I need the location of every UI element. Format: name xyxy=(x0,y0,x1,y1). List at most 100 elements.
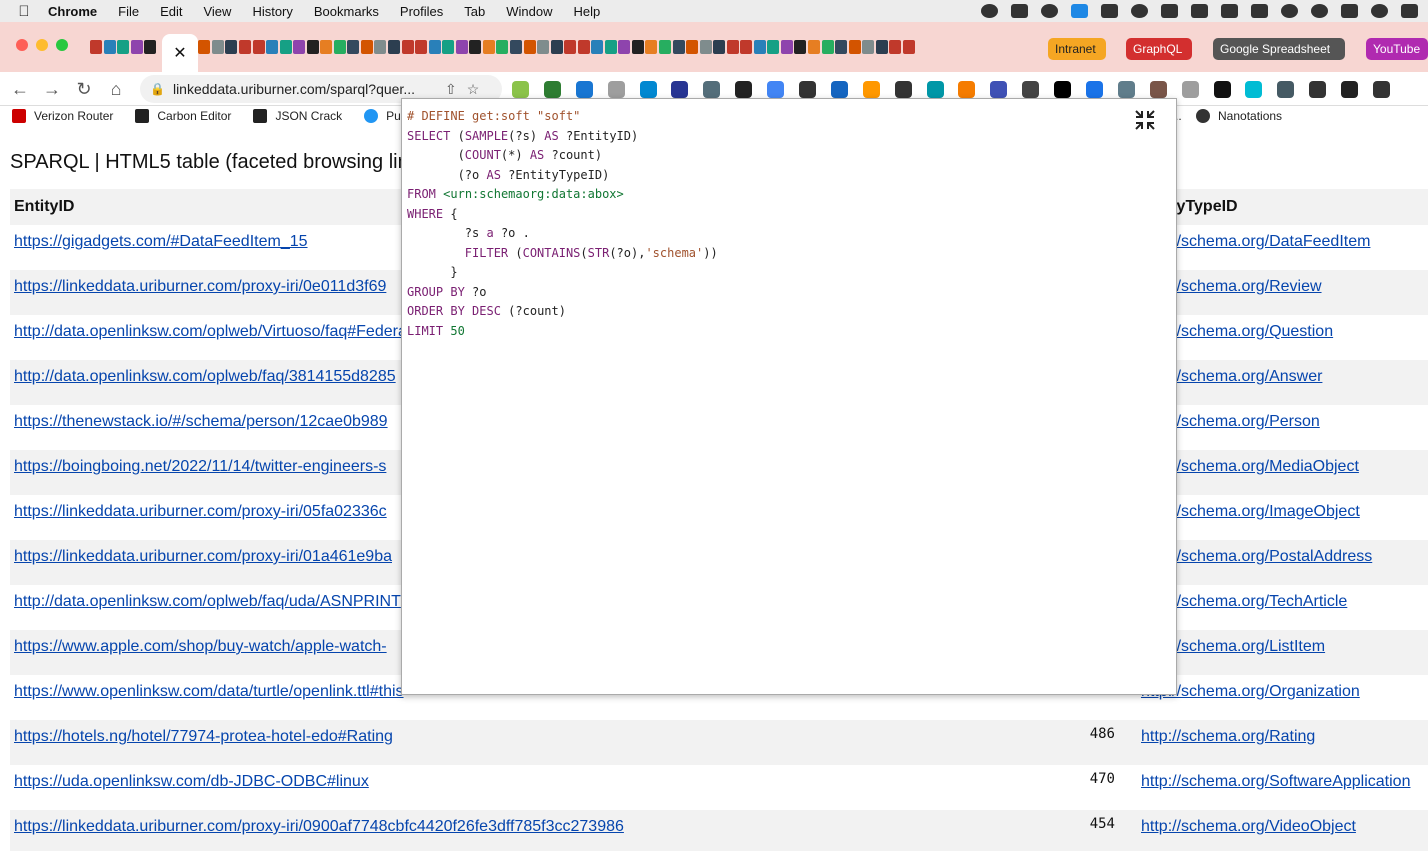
tab-favicon[interactable] xyxy=(320,40,333,54)
extension-icon[interactable] xyxy=(639,80,657,98)
menu-chrome[interactable]: Chrome xyxy=(48,4,97,19)
tab-favicon[interactable] xyxy=(591,40,604,54)
tab-favicon[interactable] xyxy=(564,40,577,54)
entity-link[interactable]: https://linkeddata.uriburner.com/proxy-i… xyxy=(14,818,624,835)
entity-link[interactable]: https://www.apple.com/shop/buy-watch/app… xyxy=(14,638,387,655)
battery-icon[interactable] xyxy=(1221,4,1238,18)
extension-icon[interactable] xyxy=(671,80,689,98)
tab-favicon[interactable] xyxy=(902,40,915,54)
tab-favicon[interactable] xyxy=(225,40,238,54)
clipboard-icon[interactable] xyxy=(1071,4,1088,18)
tab-favicon[interactable] xyxy=(198,40,211,54)
tab-favicon[interactable] xyxy=(428,40,441,54)
window-icon[interactable] xyxy=(1101,4,1118,18)
tab-favicon[interactable] xyxy=(293,40,306,54)
tab-favicon[interactable] xyxy=(550,40,563,54)
menu-bookmarks[interactable]: Bookmarks xyxy=(314,4,379,19)
home-button[interactable]: ⌂ xyxy=(104,77,128,101)
bookmark-verizon-router[interactable]: Verizon Router xyxy=(12,109,113,123)
tab-favicon[interactable] xyxy=(239,40,252,54)
tab-favicon[interactable] xyxy=(780,40,793,54)
menu-edit[interactable]: Edit xyxy=(160,4,182,19)
bookmark-pu[interactable]: Pu xyxy=(364,109,401,123)
apple-menu-icon[interactable]:  xyxy=(0,3,48,20)
tab-favicon[interactable] xyxy=(401,40,414,54)
maximize-window-button[interactable] xyxy=(56,39,68,51)
entity-link[interactable]: http://data.openlinksw.com/oplweb/faq/38… xyxy=(14,368,396,385)
sparql-query-text[interactable]: # DEFINE get:soft "soft" SELECT (SAMPLE(?… xyxy=(407,107,718,341)
extension-icon[interactable] xyxy=(767,80,785,98)
gear-icon[interactable] xyxy=(1011,4,1028,18)
tab-favicon[interactable] xyxy=(266,40,279,54)
extension-icon[interactable] xyxy=(512,80,529,98)
extension-icon[interactable] xyxy=(735,80,753,98)
extension-icon[interactable] xyxy=(1149,80,1167,98)
tab-favicon[interactable] xyxy=(333,40,346,54)
extension-icon[interactable] xyxy=(926,80,944,98)
extension-icon[interactable] xyxy=(894,80,912,98)
menu-history[interactable]: History xyxy=(252,4,292,19)
tab-favicon[interactable] xyxy=(862,40,875,54)
menu-tab[interactable]: Tab xyxy=(464,4,485,19)
tab-favicon[interactable] xyxy=(604,40,617,54)
tab-google-spreadsheet[interactable]: Google Spreadsheet xyxy=(1213,38,1345,60)
menu-window[interactable]: Window xyxy=(506,4,552,19)
url-text[interactable]: linkeddata.uriburner.com/sparql?quer... xyxy=(173,81,435,97)
tab-favicon[interactable] xyxy=(631,40,644,54)
menu-help[interactable]: Help xyxy=(574,4,601,19)
tab-favicon[interactable] xyxy=(726,40,739,54)
tab-favicon[interactable] xyxy=(469,40,482,54)
tab-favicon[interactable] xyxy=(279,40,292,54)
tab-favicon[interactable] xyxy=(90,40,102,54)
close-icon[interactable]: ✕ xyxy=(173,43,186,63)
extension-icon[interactable] xyxy=(1309,80,1327,98)
tab-favicon[interactable] xyxy=(347,40,360,54)
bluetooth-icon[interactable] xyxy=(1191,4,1208,18)
extension-icon[interactable] xyxy=(1277,80,1295,98)
entity-link[interactable]: https://linkeddata.uriburner.com/proxy-i… xyxy=(14,503,387,520)
tab-favicon[interactable] xyxy=(767,40,780,54)
tab-youtube[interactable]: YouTube xyxy=(1366,38,1428,60)
time-machine-icon[interactable] xyxy=(1311,4,1328,18)
extension-icon[interactable] xyxy=(1054,80,1072,98)
extension-icon[interactable] xyxy=(1213,80,1231,98)
tab-favicon[interactable] xyxy=(672,40,685,54)
extension-icon[interactable] xyxy=(575,80,593,98)
tab-favicon[interactable] xyxy=(821,40,834,54)
menu-file[interactable]: File xyxy=(118,4,139,19)
bookmark-nanotations[interactable]: Nanotations xyxy=(1196,109,1282,123)
dropbox-icon[interactable] xyxy=(981,4,998,18)
tab-favicon[interactable] xyxy=(807,40,820,54)
tab-favicon[interactable] xyxy=(740,40,753,54)
tab-favicon[interactable] xyxy=(117,40,130,54)
bookmark-star-icon[interactable]: ☆ xyxy=(467,81,480,98)
extension-icon[interactable] xyxy=(1245,80,1263,98)
entity-link[interactable]: https://thenewstack.io/#/schema/person/1… xyxy=(14,413,388,430)
tab-favicon[interactable] xyxy=(537,40,550,54)
wifi-icon[interactable] xyxy=(1251,4,1268,18)
search-icon[interactable] xyxy=(1371,4,1388,18)
shield-icon[interactable] xyxy=(1041,4,1058,18)
volume-icon[interactable] xyxy=(1161,4,1178,18)
tab-favicon[interactable] xyxy=(144,40,157,54)
forward-button[interactable]: → xyxy=(40,77,64,101)
bookmark-carbon-editor[interactable]: Carbon Editor xyxy=(135,109,231,123)
entity-link[interactable]: https://hotels.ng/hotel/77974-protea-hot… xyxy=(14,728,393,745)
tab-favicon[interactable] xyxy=(482,40,495,54)
extension-icon[interactable] xyxy=(830,80,848,98)
tab-favicon[interactable] xyxy=(875,40,888,54)
extension-icon[interactable] xyxy=(543,80,561,98)
menu-profiles[interactable]: Profiles xyxy=(400,4,443,19)
extension-icon[interactable] xyxy=(799,80,817,98)
tab-favicon[interactable] xyxy=(713,40,726,54)
tab-intranet[interactable]: Intranet xyxy=(1048,38,1106,60)
tab-favicon[interactable] xyxy=(211,40,224,54)
tab-favicon[interactable] xyxy=(415,40,428,54)
extension-icon[interactable] xyxy=(607,80,625,98)
share-icon[interactable]: ⇧ xyxy=(445,81,457,98)
extension-icon[interactable] xyxy=(1181,80,1199,98)
extension-icon[interactable] xyxy=(1341,80,1359,98)
extension-icon[interactable] xyxy=(958,80,976,98)
column-header-entitytypeid[interactable]: EntityTypeID xyxy=(1137,189,1428,225)
type-link[interactable]: http://schema.org/Rating xyxy=(1141,728,1315,745)
